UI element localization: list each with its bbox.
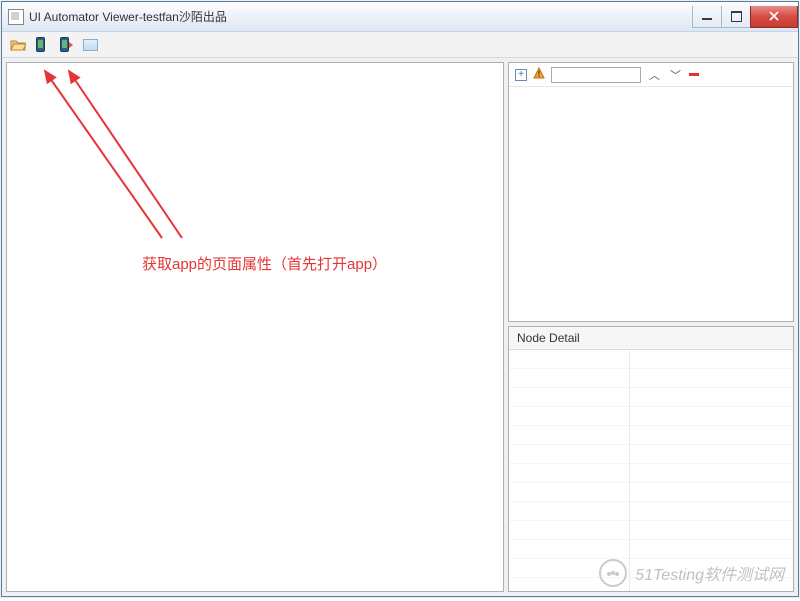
toolbar — [2, 32, 798, 58]
wechat-icon — [599, 559, 627, 587]
node-detail-body — [509, 350, 793, 591]
expand-all-icon[interactable]: + — [515, 69, 527, 81]
window-title: UI Automator Viewer-testfan沙陌出品 — [29, 8, 227, 25]
tree-toolbar: + ︿ ﹀ — [509, 63, 793, 87]
search-input[interactable] — [551, 67, 641, 83]
app-icon — [8, 9, 24, 25]
window-controls — [693, 6, 798, 28]
content-area: 获取app的页面属性（首先打开app） + ︿ ﹀ Node Detail — [2, 58, 798, 596]
annotation-arrows — [7, 63, 507, 323]
open-folder-icon[interactable] — [8, 35, 28, 55]
app-window: UI Automator Viewer-testfan沙陌出品 — [1, 1, 799, 597]
node-detail-header: Node Detail — [509, 327, 793, 350]
annotation-text: 获取app的页面属性（首先打开app） — [142, 253, 387, 274]
titlebar: UI Automator Viewer-testfan沙陌出品 — [2, 2, 798, 32]
tree-panel: + ︿ ﹀ — [508, 62, 794, 322]
minimize-button[interactable] — [692, 6, 722, 28]
watermark-text: 51Testing软件测试网 — [635, 561, 784, 585]
watermark: 51Testing软件测试网 — [599, 559, 784, 587]
chevron-down-icon[interactable]: ﹀ — [668, 67, 683, 83]
device-screenshot-compressed-icon[interactable] — [56, 35, 76, 55]
remove-icon[interactable] — [689, 73, 699, 76]
maximize-button[interactable] — [721, 6, 751, 28]
blank-view-icon[interactable] — [80, 35, 100, 55]
device-screenshot-icon[interactable] — [32, 35, 52, 55]
right-panel: + ︿ ﹀ Node Detail — [508, 62, 794, 592]
close-button[interactable] — [750, 6, 798, 28]
node-detail-panel: Node Detail — [508, 326, 794, 592]
chevron-up-icon[interactable]: ︿ — [647, 67, 662, 83]
screenshot-panel: 获取app的页面属性（首先打开app） — [6, 62, 504, 592]
warning-icon[interactable] — [533, 67, 545, 82]
